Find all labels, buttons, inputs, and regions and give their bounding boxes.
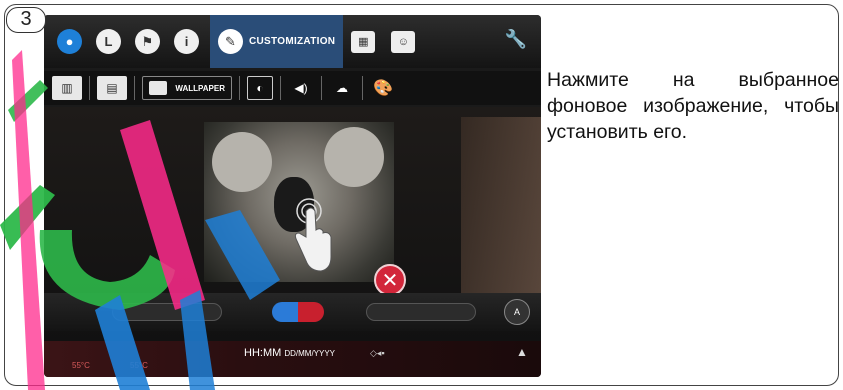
tap-hand-icon [294, 198, 332, 272]
instruction-text: Нажмите на выбранное фоновое изображение… [547, 69, 839, 143]
device-screen: ● L ⚑ i ✎ CUSTOMIZATION ▦ ☺ 🔧 ▥ ▤ WALLPA… [44, 15, 541, 377]
mode-toggle[interactable] [272, 302, 324, 322]
text-style-label: A [513, 307, 520, 317]
chevron-up-icon[interactable]: ▲ [516, 345, 528, 359]
divider [362, 76, 363, 100]
divider [89, 76, 90, 100]
status-bar: 55°C 55°C HH:MM DD/MM/YYYY ◇◂▪ ▲ [44, 341, 541, 377]
wallpaper-thumbnail-wood[interactable] [461, 117, 541, 307]
user-icon[interactable]: ☺ [391, 30, 416, 53]
flag-icon[interactable]: ⚑ [135, 29, 160, 54]
date-text: DD/MM/YYYY [284, 349, 336, 358]
tab-wallpaper[interactable]: WALLPAPER [142, 76, 232, 100]
control-bar: A [44, 293, 541, 331]
palette-icon[interactable]: 🎨 [370, 76, 396, 100]
koala-ear [212, 132, 272, 192]
info-icon[interactable]: i [174, 29, 199, 54]
time-text: HH:MM [244, 347, 282, 359]
control-pill-left[interactable] [112, 303, 222, 321]
sub-navigation-bar: ▥ ▤ WALLPAPER ◐ ◀︎) ☁ 🎨 [44, 71, 541, 105]
top-navigation-bar: ● L ⚑ i ✎ CUSTOMIZATION ▦ ☺ 🔧 [44, 15, 541, 68]
control-pill-right[interactable] [366, 303, 476, 321]
divider [280, 76, 281, 100]
status-icons: ◇◂▪ [370, 348, 385, 358]
tab-customization[interactable]: ✎ CUSTOMIZATION [210, 15, 344, 68]
wrench-icon[interactable]: 🔧 [505, 29, 527, 50]
speaker-icon[interactable]: ◀︎) [288, 76, 314, 100]
divider [321, 76, 322, 100]
clock-icon[interactable]: L [96, 29, 121, 54]
clock-display: HH:MM DD/MM/YYYY [244, 347, 335, 359]
tab-wallpaper-label: WALLPAPER [175, 83, 225, 93]
water-drop-icon[interactable]: ● [57, 29, 82, 54]
weather-icon[interactable]: ☁ [329, 76, 355, 100]
temperature-readout: 55°C [72, 361, 90, 370]
screensaver-icon[interactable]: ◐ [247, 76, 273, 100]
book-open-icon[interactable]: ▥ [52, 76, 82, 100]
delete-wallpaper-button[interactable]: ✕ [374, 264, 406, 296]
temperature-readout: 55°C [130, 361, 148, 370]
pencil-icon: ✎ [218, 29, 243, 54]
divider [134, 76, 135, 100]
step-number-badge: 3 [6, 7, 46, 33]
book-drop-icon[interactable]: ▤ [97, 76, 127, 100]
koala-ear [324, 127, 384, 187]
tab-customization-label: CUSTOMIZATION [249, 36, 336, 47]
wallpaper-icon [149, 81, 167, 95]
divider [239, 76, 240, 100]
calendar-icon[interactable]: ▦ [351, 30, 376, 53]
text-style-button[interactable]: A [504, 299, 530, 325]
